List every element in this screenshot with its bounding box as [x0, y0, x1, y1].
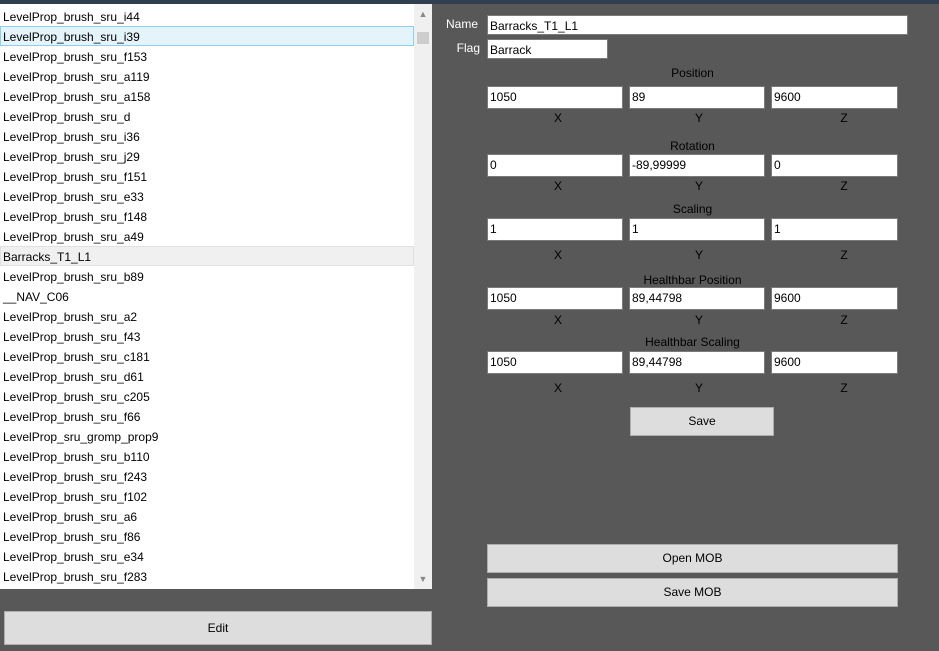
- list-item[interactable]: LevelProp_brush_sru_i44: [0, 6, 414, 26]
- save-mob-button[interactable]: Save MOB: [487, 578, 898, 607]
- list-item[interactable]: LevelProp_brush_sru_i39: [0, 26, 414, 46]
- list-item[interactable]: LevelProp_brush_sru_c181: [0, 346, 414, 366]
- healthbar-position-x-field[interactable]: 1050: [487, 287, 623, 310]
- healthbar-position-z-field[interactable]: 9600: [771, 287, 898, 310]
- healthbar-position-x-label: X: [553, 313, 562, 327]
- open-mob-button[interactable]: Open MOB: [487, 544, 898, 573]
- list-item[interactable]: LevelProp_brush_sru_f153: [0, 46, 414, 66]
- save-button[interactable]: Save: [630, 407, 774, 436]
- flag-label: Flag: [456, 41, 480, 55]
- list-item[interactable]: LevelProp_brush_sru_a6: [0, 506, 414, 526]
- list-item[interactable]: LevelProp_brush_sru_f102: [0, 486, 414, 506]
- list-item[interactable]: LevelProp_brush_sru_f66: [0, 406, 414, 426]
- list-item[interactable]: LevelProp_brush_sru_b89: [0, 266, 414, 286]
- rotation-z-label: Z: [840, 179, 848, 193]
- list-item[interactable]: LevelProp_brush_sru_a49: [0, 226, 414, 246]
- position-title: Position: [671, 66, 714, 80]
- name-label: Name: [445, 17, 478, 31]
- list-item[interactable]: LevelProp_brush_sru_d: [0, 106, 414, 126]
- scroll-thumb[interactable]: [417, 32, 429, 44]
- rotation-x-field[interactable]: 0: [487, 154, 623, 177]
- object-list[interactable]: LevelProp_brush_sru_i44 LevelProp_brush_s…: [0, 6, 414, 586]
- scaling-x-label: X: [553, 248, 562, 262]
- list-item[interactable]: LevelProp_brush_sru_e34: [0, 546, 414, 566]
- healthbar-position-title: Healthbar Position: [643, 273, 742, 287]
- healthbar-position-z-label: Z: [840, 313, 848, 327]
- list-item[interactable]: LevelProp_brush_sru_f148: [0, 206, 414, 226]
- edit-button[interactable]: Edit: [4, 611, 432, 645]
- rotation-z-field[interactable]: 0: [771, 154, 898, 177]
- rotation-x-label: X: [553, 179, 562, 193]
- healthbar-position-y-field[interactable]: 89,44798: [629, 287, 765, 310]
- scaling-x-field[interactable]: 1: [487, 218, 623, 241]
- object-list-panel: LevelProp_brush_sru_i44 LevelProp_brush_s…: [0, 4, 432, 589]
- list-item[interactable]: LevelProp_brush_sru_a2: [0, 306, 414, 326]
- healthbar-scaling-z-label: Z: [840, 381, 848, 395]
- list-item[interactable]: LevelProp_sru_gromp_prop9: [0, 426, 414, 446]
- scaling-y-field[interactable]: 1: [629, 218, 765, 241]
- list-item[interactable]: LevelProp_brush_sru_j29: [0, 146, 414, 166]
- healthbar-scaling-z-field[interactable]: 9600: [771, 351, 898, 374]
- flag-field[interactable]: Barrack: [487, 39, 608, 59]
- healthbar-scaling-title: Healthbar Scaling: [645, 335, 740, 349]
- scaling-title: Scaling: [672, 202, 713, 216]
- healthbar-scaling-y-field[interactable]: 89,44798: [629, 351, 765, 374]
- position-x-field[interactable]: 1050: [487, 86, 623, 109]
- healthbar-scaling-x-label: X: [553, 381, 562, 395]
- scroll-down-arrow-icon[interactable]: ▼: [414, 571, 432, 587]
- list-item[interactable]: LevelProp_brush_sru_a119: [0, 66, 414, 86]
- list-item[interactable]: LevelProp_brush_sru_c205: [0, 386, 414, 406]
- list-item[interactable]: Barracks_T1_L1: [0, 246, 414, 266]
- scaling-y-label: Y: [694, 248, 703, 262]
- list-item[interactable]: LevelProp_brush_sru_d61: [0, 366, 414, 386]
- list-item[interactable]: LevelProp_brush_sru_b110: [0, 446, 414, 466]
- list-item[interactable]: LevelProp_brush_sru_f151: [0, 166, 414, 186]
- list-item[interactable]: LevelProp_brush_sru_f283: [0, 566, 414, 586]
- list-item[interactable]: LevelProp_brush_sru_a158: [0, 86, 414, 106]
- list-item[interactable]: LevelProp_brush_sru_i36: [0, 126, 414, 146]
- position-y-field[interactable]: 89: [629, 86, 765, 109]
- position-x-label: X: [553, 111, 562, 125]
- list-item[interactable]: LevelProp_brush_sru_f86: [0, 526, 414, 546]
- list-scrollbar[interactable]: ▲ ▼: [414, 4, 432, 589]
- name-field[interactable]: Barracks_T1_L1: [487, 15, 908, 35]
- healthbar-position-y-label: Y: [694, 313, 703, 327]
- scaling-z-label: Z: [840, 248, 848, 262]
- list-item[interactable]: LevelProp_brush_sru_f243: [0, 466, 414, 486]
- position-z-field[interactable]: 9600: [771, 86, 898, 109]
- list-item[interactable]: LevelProp_brush_sru_e33: [0, 186, 414, 206]
- rotation-y-label: Y: [694, 179, 703, 193]
- scaling-z-field[interactable]: 1: [771, 218, 898, 241]
- list-item[interactable]: __NAV_C06: [0, 286, 414, 306]
- list-item[interactable]: LevelProp_brush_sru_f43: [0, 326, 414, 346]
- healthbar-scaling-x-field[interactable]: 1050: [487, 351, 623, 374]
- rotation-title: Rotation: [670, 139, 715, 153]
- position-y-label: Y: [694, 111, 703, 125]
- healthbar-scaling-y-label: Y: [694, 381, 703, 395]
- rotation-y-field[interactable]: -89,99999: [629, 154, 765, 177]
- position-z-label: Z: [840, 111, 848, 125]
